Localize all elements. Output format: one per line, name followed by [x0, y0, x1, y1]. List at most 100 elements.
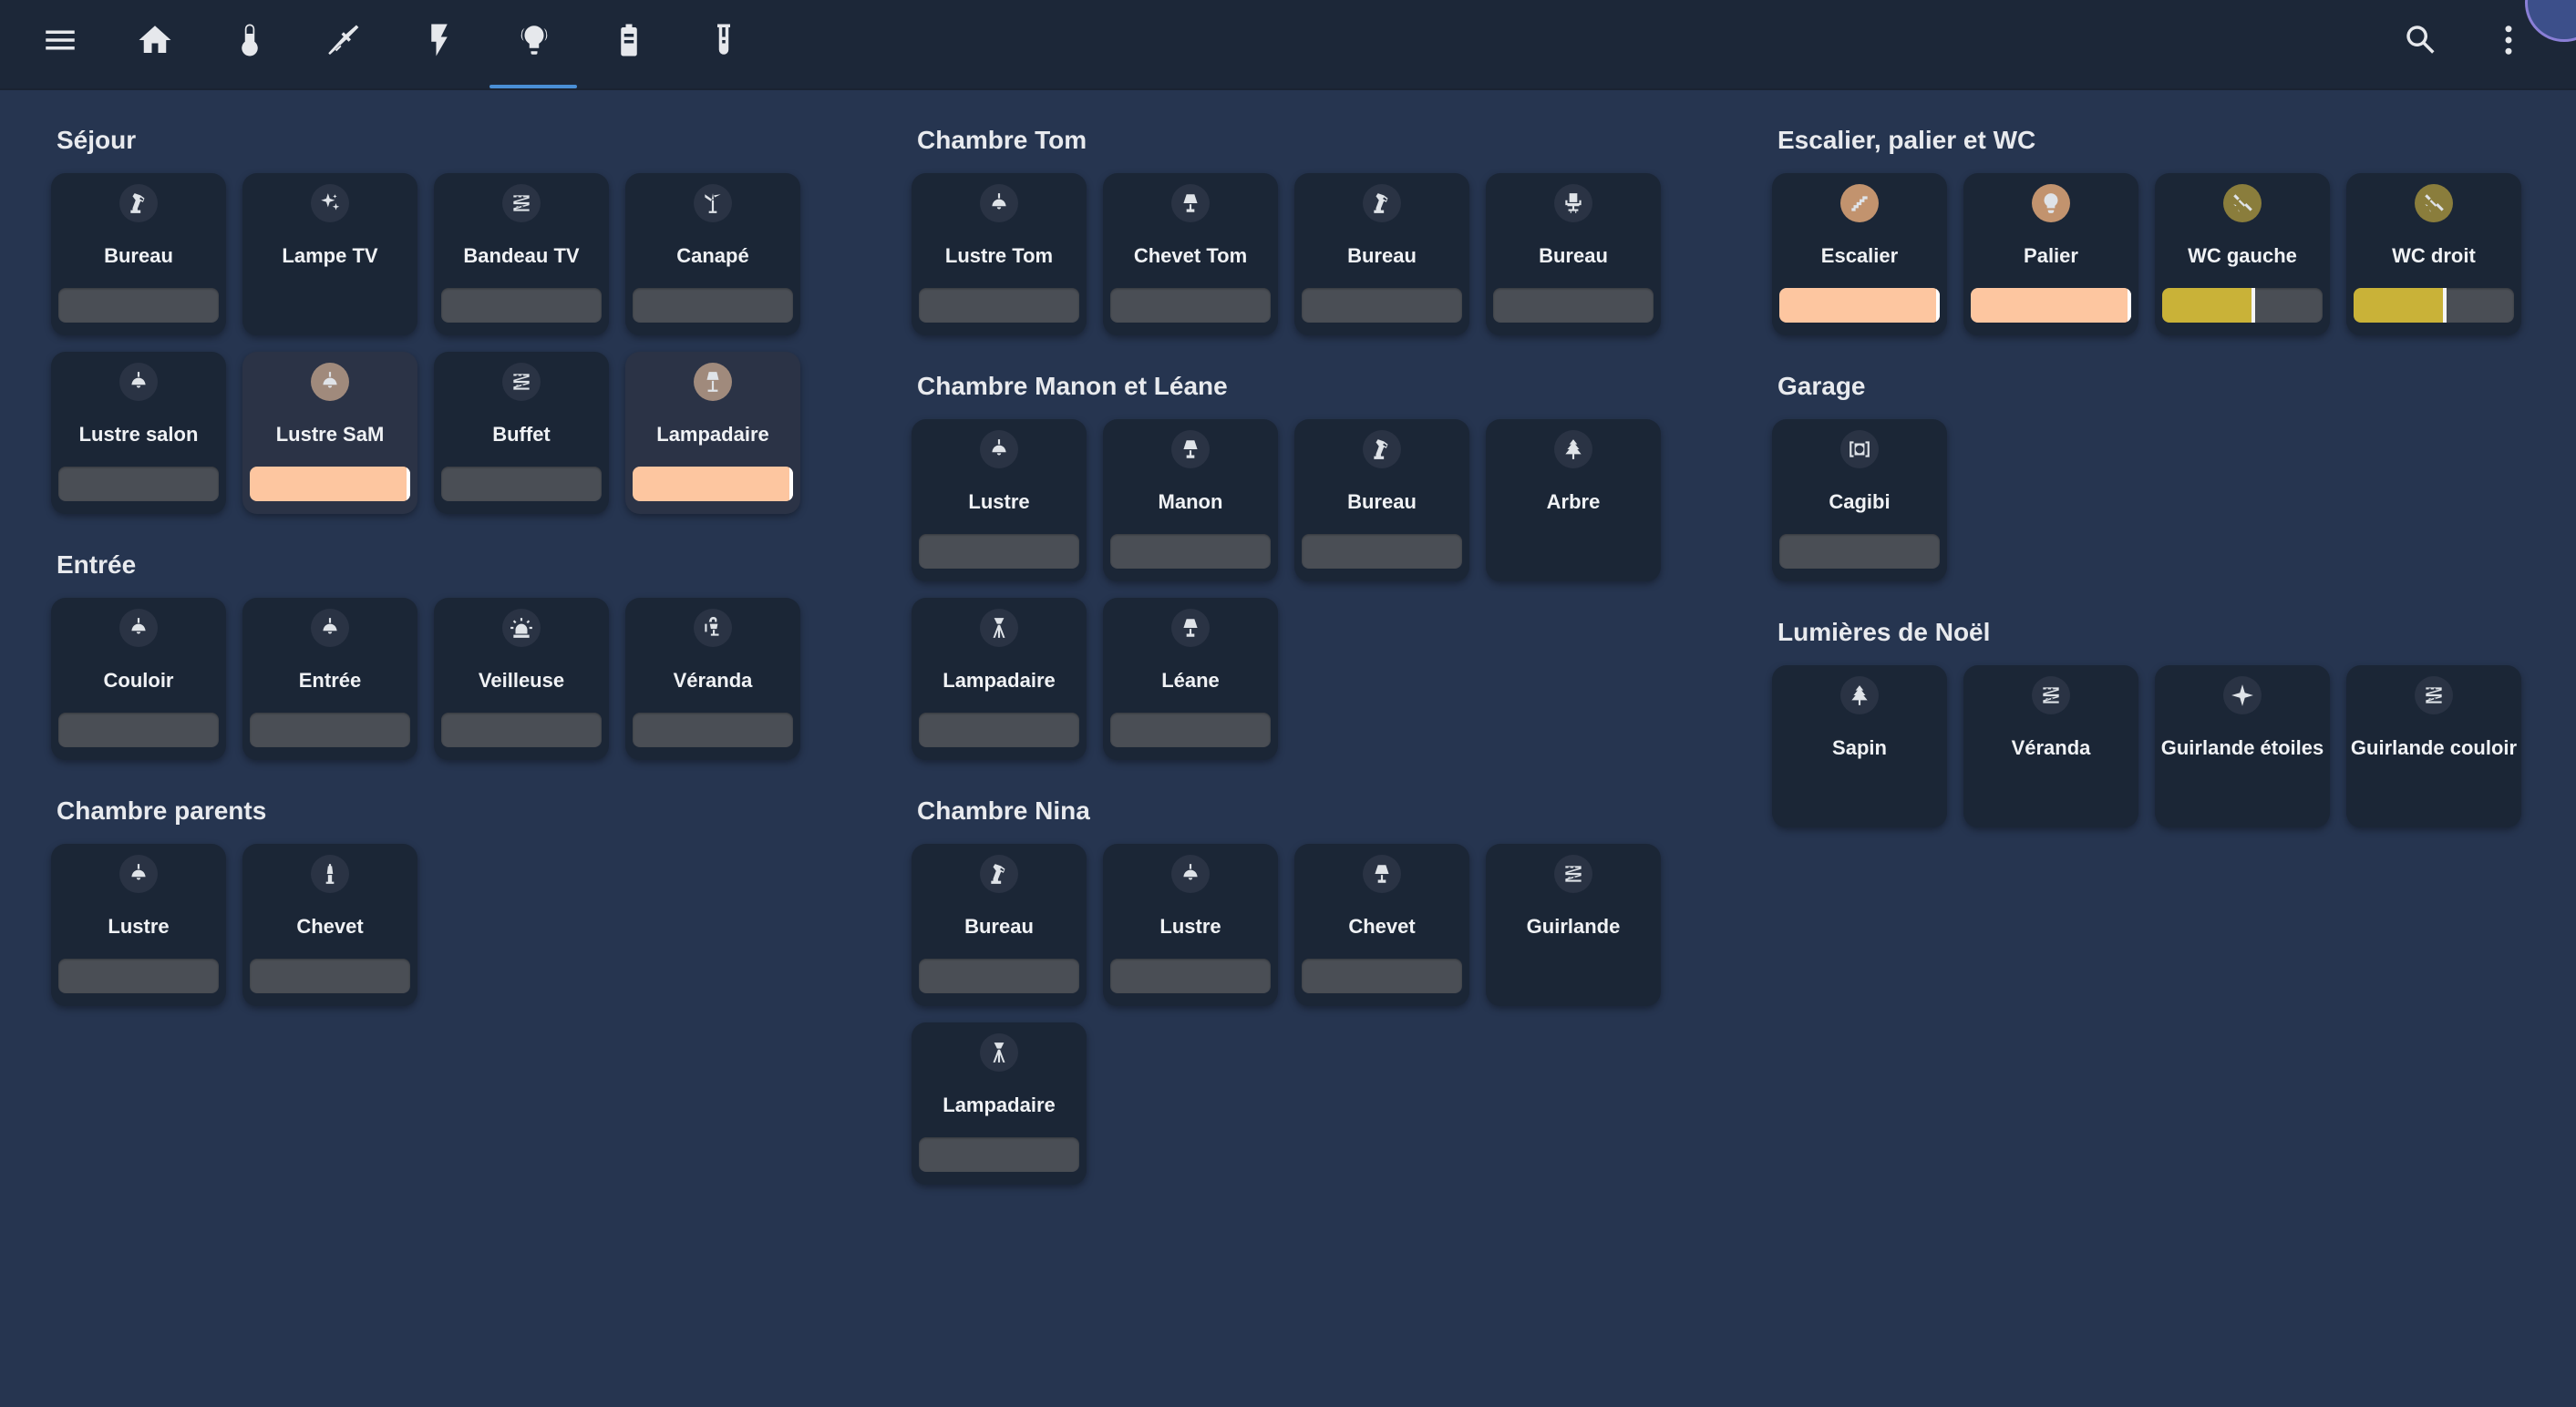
light-card[interactable]: Manon [1103, 419, 1278, 581]
light-card[interactable]: Chevet [242, 844, 417, 1006]
brightness-slider[interactable] [58, 959, 219, 993]
floor-lamp-split-icon[interactable] [694, 184, 732, 222]
table-lamp-icon[interactable] [1171, 609, 1210, 647]
spotlight-icon[interactable] [2415, 184, 2453, 222]
alarm-light-icon[interactable] [502, 609, 541, 647]
sparkles-icon[interactable] [311, 184, 349, 222]
ceiling-light-icon[interactable] [980, 430, 1018, 468]
office-chair-icon[interactable] [1554, 184, 1592, 222]
menu-icon[interactable] [35, 15, 86, 66]
brightness-slider[interactable] [58, 288, 219, 323]
light-card[interactable]: Lustre [912, 419, 1087, 581]
light-card[interactable]: Sapin [1772, 665, 1947, 827]
led-strip-icon[interactable] [502, 363, 541, 401]
stairs-icon[interactable] [1840, 184, 1879, 222]
light-card[interactable]: Chevet [1294, 844, 1469, 1006]
table-lamp-icon[interactable] [1171, 184, 1210, 222]
light-card[interactable]: Bureau [1294, 419, 1469, 581]
led-strip-icon[interactable] [2032, 676, 2070, 714]
light-card[interactable]: Lustre [1103, 844, 1278, 1006]
light-card[interactable]: Arbre [1486, 419, 1661, 581]
tripod-lamp-icon[interactable] [980, 1033, 1018, 1072]
light-card[interactable]: Lustre SaM [242, 352, 417, 514]
light-card[interactable]: Véranda [1963, 665, 2138, 827]
led-strip-icon[interactable] [502, 184, 541, 222]
lightbulb-icon[interactable] [2032, 184, 2070, 222]
light-card[interactable]: Guirlande étoiles [2155, 665, 2330, 827]
ceiling-light-icon[interactable] [119, 363, 158, 401]
battery-icon[interactable] [603, 15, 654, 66]
brightness-slider[interactable] [919, 959, 1079, 993]
spotlight-icon[interactable] [2223, 184, 2262, 222]
table-lamp-icon[interactable] [1363, 855, 1401, 893]
light-card[interactable]: Guirlande couloir [2346, 665, 2521, 827]
light-card[interactable]: Lustre salon [51, 352, 226, 514]
brightness-slider[interactable] [919, 1137, 1079, 1172]
brightness-slider[interactable] [2354, 288, 2514, 323]
pine-tree-icon[interactable] [1554, 430, 1592, 468]
brightness-slider[interactable] [1779, 534, 1940, 569]
brightness-slider[interactable] [250, 713, 410, 747]
brightness-slider[interactable] [1971, 288, 2131, 323]
brightness-slider[interactable] [919, 713, 1079, 747]
light-card[interactable]: Canapé [625, 173, 800, 335]
light-card[interactable]: Lampadaire [912, 598, 1087, 760]
brightness-slider[interactable] [1302, 959, 1462, 993]
home-icon[interactable] [129, 15, 180, 66]
light-card[interactable]: Veilleuse [434, 598, 609, 760]
light-flood-icon[interactable] [1840, 430, 1879, 468]
light-card[interactable]: Bureau [1294, 173, 1469, 335]
brightness-slider[interactable] [441, 467, 602, 501]
light-card[interactable]: Léane [1103, 598, 1278, 760]
brightness-slider[interactable] [1302, 534, 1462, 569]
test-tube-icon[interactable] [698, 15, 749, 66]
light-card[interactable]: Bandeau TV [434, 173, 609, 335]
light-card[interactable]: Bureau [912, 844, 1087, 1006]
light-card[interactable]: Palier [1963, 173, 2138, 335]
ceiling-light-icon[interactable] [119, 855, 158, 893]
desk-lamp-icon[interactable] [980, 855, 1018, 893]
brightness-slider[interactable] [919, 534, 1079, 569]
brightness-slider[interactable] [1302, 288, 1462, 323]
light-card[interactable]: Lustre [51, 844, 226, 1006]
brightness-slider[interactable] [2162, 288, 2323, 323]
brightness-slider[interactable] [1493, 288, 1654, 323]
light-card[interactable]: Lampe TV [242, 173, 417, 335]
wall-lamp-icon[interactable] [694, 609, 732, 647]
led-strip-icon[interactable] [2415, 676, 2453, 714]
bedside-lamp-icon[interactable] [311, 855, 349, 893]
star-four-points-icon[interactable] [2223, 676, 2262, 714]
desk-lamp-icon[interactable] [119, 184, 158, 222]
brightness-slider[interactable] [1110, 288, 1271, 323]
ceiling-light-icon[interactable] [1171, 855, 1210, 893]
led-strip-icon[interactable] [1554, 855, 1592, 893]
light-card[interactable]: Lampadaire [625, 352, 800, 514]
brightness-slider[interactable] [250, 959, 410, 993]
tripod-lamp-icon[interactable] [980, 609, 1018, 647]
brightness-slider[interactable] [1110, 534, 1271, 569]
ceiling-light-icon[interactable] [980, 184, 1018, 222]
light-card[interactable]: Couloir [51, 598, 226, 760]
brightness-slider[interactable] [633, 467, 793, 501]
floor-lamp-icon[interactable] [694, 363, 732, 401]
light-card[interactable]: Véranda [625, 598, 800, 760]
thermometer-icon[interactable] [224, 15, 275, 66]
light-card[interactable]: Lustre Tom [912, 173, 1087, 335]
brightness-slider[interactable] [1110, 713, 1271, 747]
ceiling-light-icon[interactable] [311, 363, 349, 401]
light-card[interactable]: Lampadaire [912, 1022, 1087, 1185]
ceiling-light-icon[interactable] [119, 609, 158, 647]
brightness-slider[interactable] [58, 713, 219, 747]
lightbulb-group-icon[interactable] [509, 15, 560, 66]
light-card[interactable]: Bureau [51, 173, 226, 335]
light-card[interactable]: Cagibi [1772, 419, 1947, 581]
brightness-slider[interactable] [250, 467, 410, 501]
broom-icon[interactable] [319, 15, 370, 66]
light-card[interactable]: WC gauche [2155, 173, 2330, 335]
brightness-slider[interactable] [633, 713, 793, 747]
light-card[interactable]: Bureau [1486, 173, 1661, 335]
light-card[interactable]: Escalier [1772, 173, 1947, 335]
brightness-slider[interactable] [633, 288, 793, 323]
brightness-slider[interactable] [441, 713, 602, 747]
ceiling-light-icon[interactable] [311, 609, 349, 647]
